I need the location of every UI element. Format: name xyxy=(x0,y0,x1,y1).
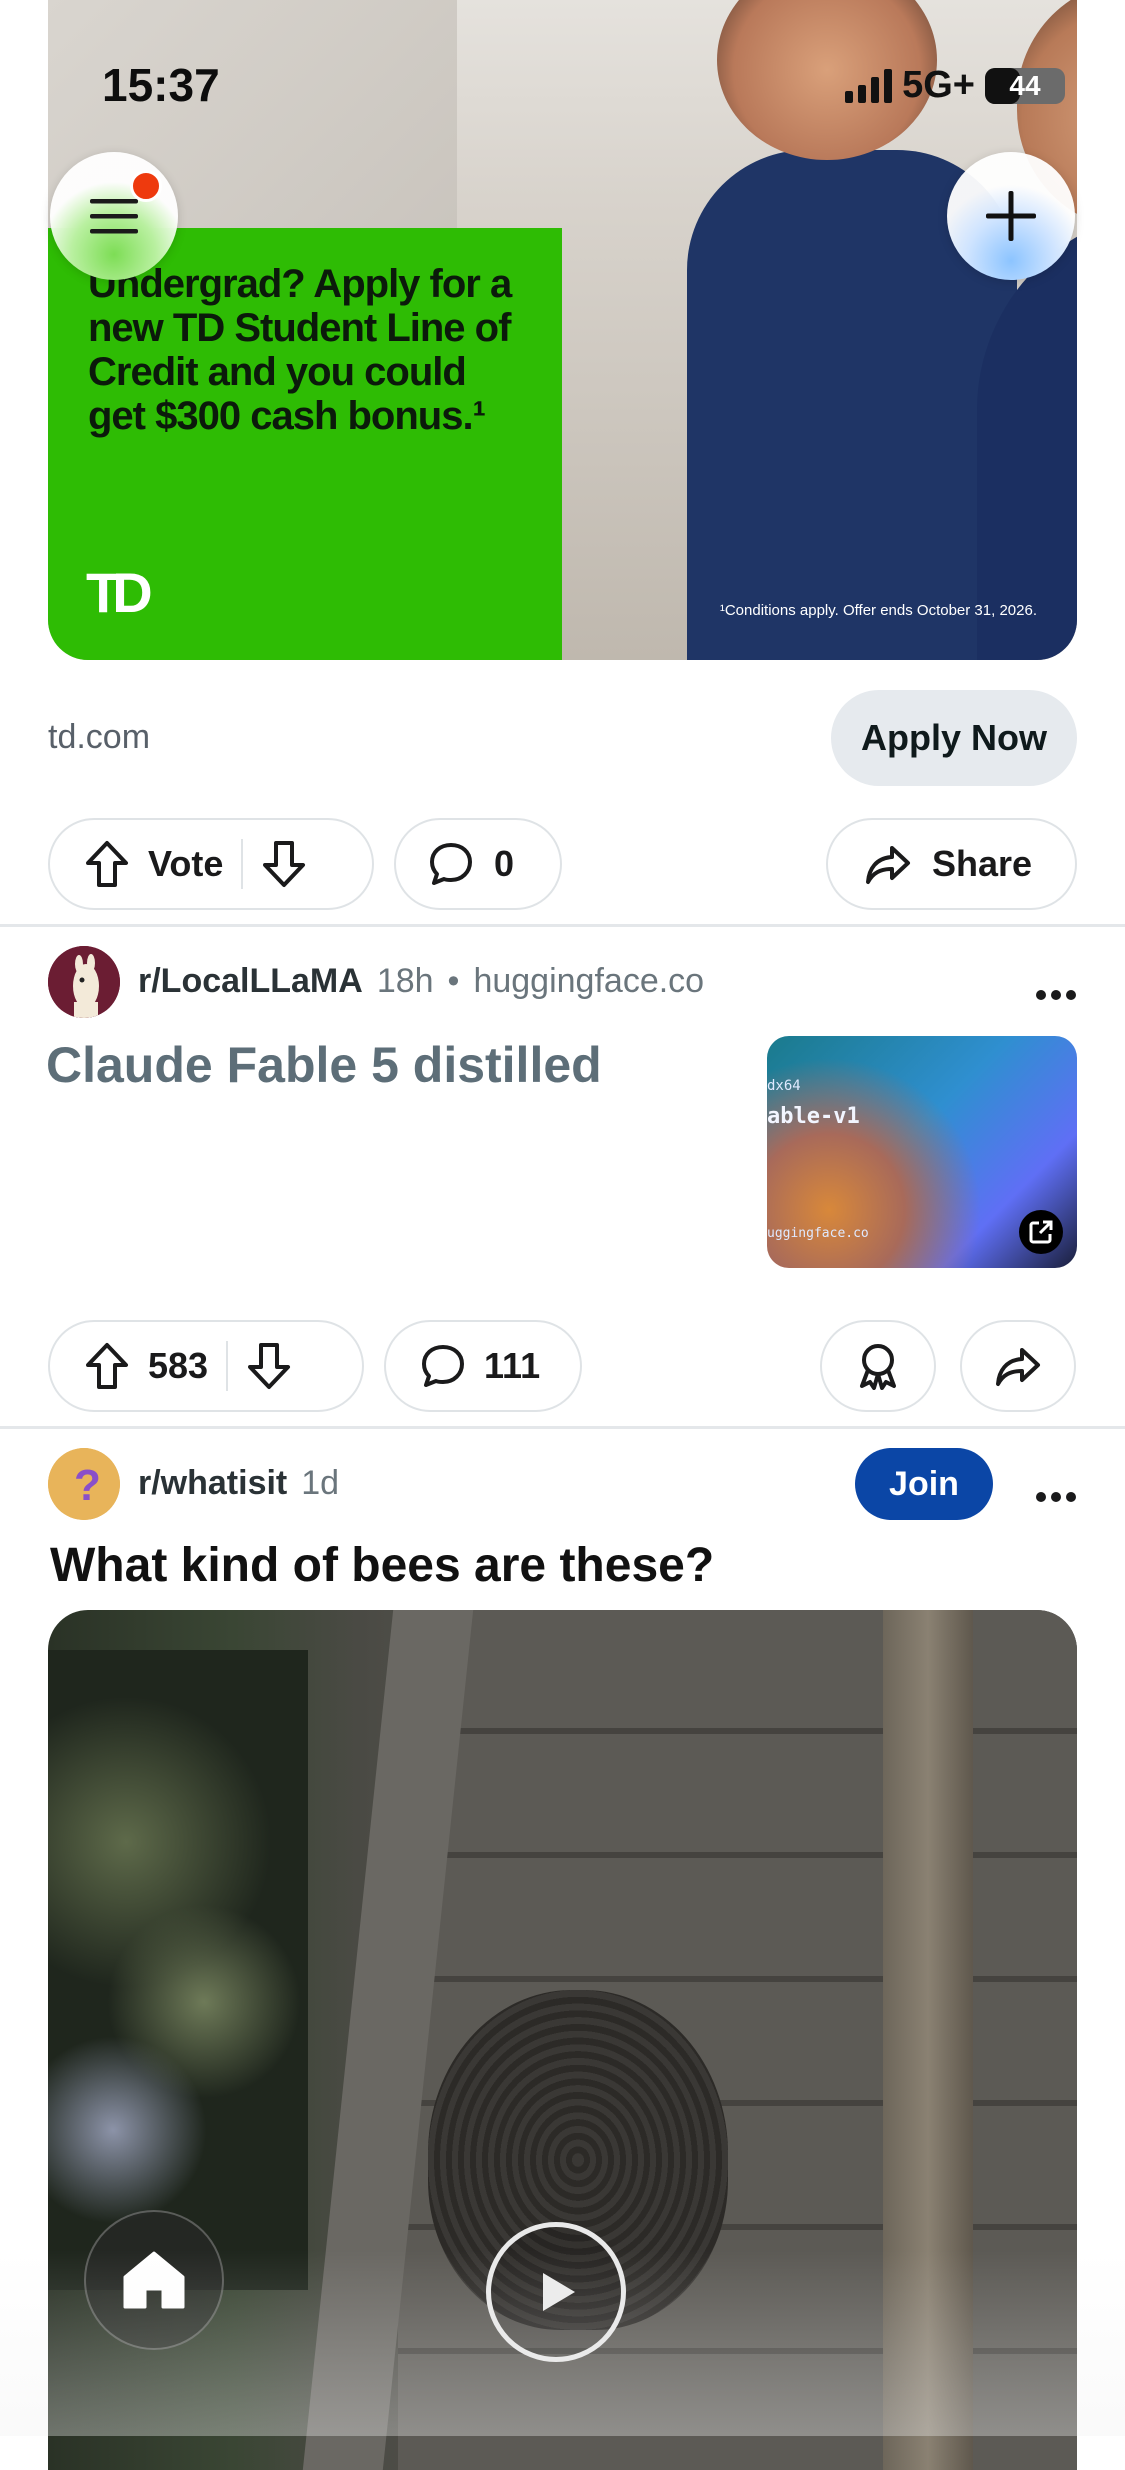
status-indicators: 5G+ 44 xyxy=(845,64,1065,107)
menu-icon xyxy=(90,199,138,234)
vote-count: 583 xyxy=(148,1345,209,1386)
llama-icon xyxy=(48,946,120,1018)
feed-divider xyxy=(0,924,1125,927)
award-icon xyxy=(860,1344,896,1390)
meta-separator: • xyxy=(447,962,460,1000)
menu-button[interactable] xyxy=(50,152,178,280)
comment-icon xyxy=(430,843,472,885)
subreddit-avatar[interactable]: ? xyxy=(48,1448,120,1520)
subreddit-name[interactable]: r/whatisit xyxy=(138,1464,287,1503)
post-options-button[interactable] xyxy=(1035,962,1077,1012)
post-age: 1d xyxy=(301,1464,340,1502)
apply-now-button[interactable]: Apply Now xyxy=(831,690,1077,786)
foliage xyxy=(48,1650,308,2290)
feed-divider xyxy=(0,1426,1125,1429)
upvote-icon[interactable] xyxy=(84,839,130,889)
share-icon xyxy=(866,846,910,884)
award-button[interactable] xyxy=(820,1320,936,1412)
vote-label: Vote xyxy=(148,843,224,884)
vote-separator xyxy=(241,839,244,889)
post1-header: r/LocalLLaMA 18h • huggingface.co xyxy=(138,962,704,1001)
play-icon xyxy=(543,2273,575,2311)
share-label: Share xyxy=(932,843,1033,884)
play-button[interactable] xyxy=(486,2222,626,2362)
link-thumbnail[interactable]: dx64 able-v1 uggingface.co xyxy=(767,1036,1077,1268)
comment-icon xyxy=(422,1345,464,1387)
comment-count: 111 xyxy=(484,1345,541,1386)
ad-comments-button[interactable]: 0 xyxy=(394,818,562,910)
post-title[interactable]: Claude Fable 5 distilled xyxy=(46,1036,746,1094)
downvote-icon[interactable] xyxy=(246,1341,292,1391)
post1-comments-button[interactable]: 111 xyxy=(384,1320,582,1412)
ad-domain[interactable]: td.com xyxy=(48,718,150,757)
question-mark-icon: ? xyxy=(48,1448,120,1520)
thumbnail-text: able-v1 xyxy=(767,1104,860,1129)
ad-headline: Undergrad? Apply for a new TD Student Li… xyxy=(88,262,512,438)
battery-level: 44 xyxy=(1009,69,1041,101)
post2-header: r/whatisit 1d xyxy=(138,1464,339,1503)
upvote-icon[interactable] xyxy=(84,1341,130,1391)
subreddit-avatar[interactable] xyxy=(48,946,120,1018)
share-icon xyxy=(996,1348,1040,1386)
signal-icon xyxy=(845,68,893,103)
status-time: 15:37 xyxy=(102,59,220,111)
join-button[interactable]: Join xyxy=(855,1448,993,1520)
post-source[interactable]: huggingface.co xyxy=(473,962,704,1001)
more-icon xyxy=(1036,1492,1076,1502)
notification-dot xyxy=(130,170,162,202)
more-icon xyxy=(1036,990,1076,1000)
vote-separator xyxy=(226,1341,229,1391)
ad-share-button[interactable]: Share xyxy=(826,818,1077,910)
home-icon xyxy=(123,2251,185,2309)
battery-icon: 44 xyxy=(985,67,1065,104)
create-post-button[interactable] xyxy=(947,152,1075,280)
post1-share-button[interactable] xyxy=(960,1320,1076,1412)
post1-vote-control: 583 xyxy=(48,1320,364,1412)
plus-icon xyxy=(986,191,1036,241)
downvote-icon[interactable] xyxy=(261,839,307,889)
post-age: 18h xyxy=(376,962,434,1000)
thumbnail-text: dx64 xyxy=(767,1078,801,1094)
ad-vote-control: Vote xyxy=(48,818,374,910)
thumbnail-text: uggingface.co xyxy=(767,1226,869,1241)
post-options-button[interactable] xyxy=(1035,1464,1077,1514)
wooden-post xyxy=(883,1610,973,2470)
subreddit-name[interactable]: r/LocalLLaMA xyxy=(138,962,363,1001)
svg-text:?: ? xyxy=(74,1461,101,1510)
external-link-icon xyxy=(1019,1210,1063,1254)
home-button[interactable] xyxy=(84,2210,224,2350)
network-type: 5G+ xyxy=(902,64,975,106)
comment-count: 0 xyxy=(494,843,515,884)
td-logo: TD xyxy=(86,561,153,624)
post-title[interactable]: What kind of bees are these? xyxy=(50,1538,714,1593)
ad-disclaimer: ¹Conditions apply. Offer ends October 31… xyxy=(719,602,1037,619)
